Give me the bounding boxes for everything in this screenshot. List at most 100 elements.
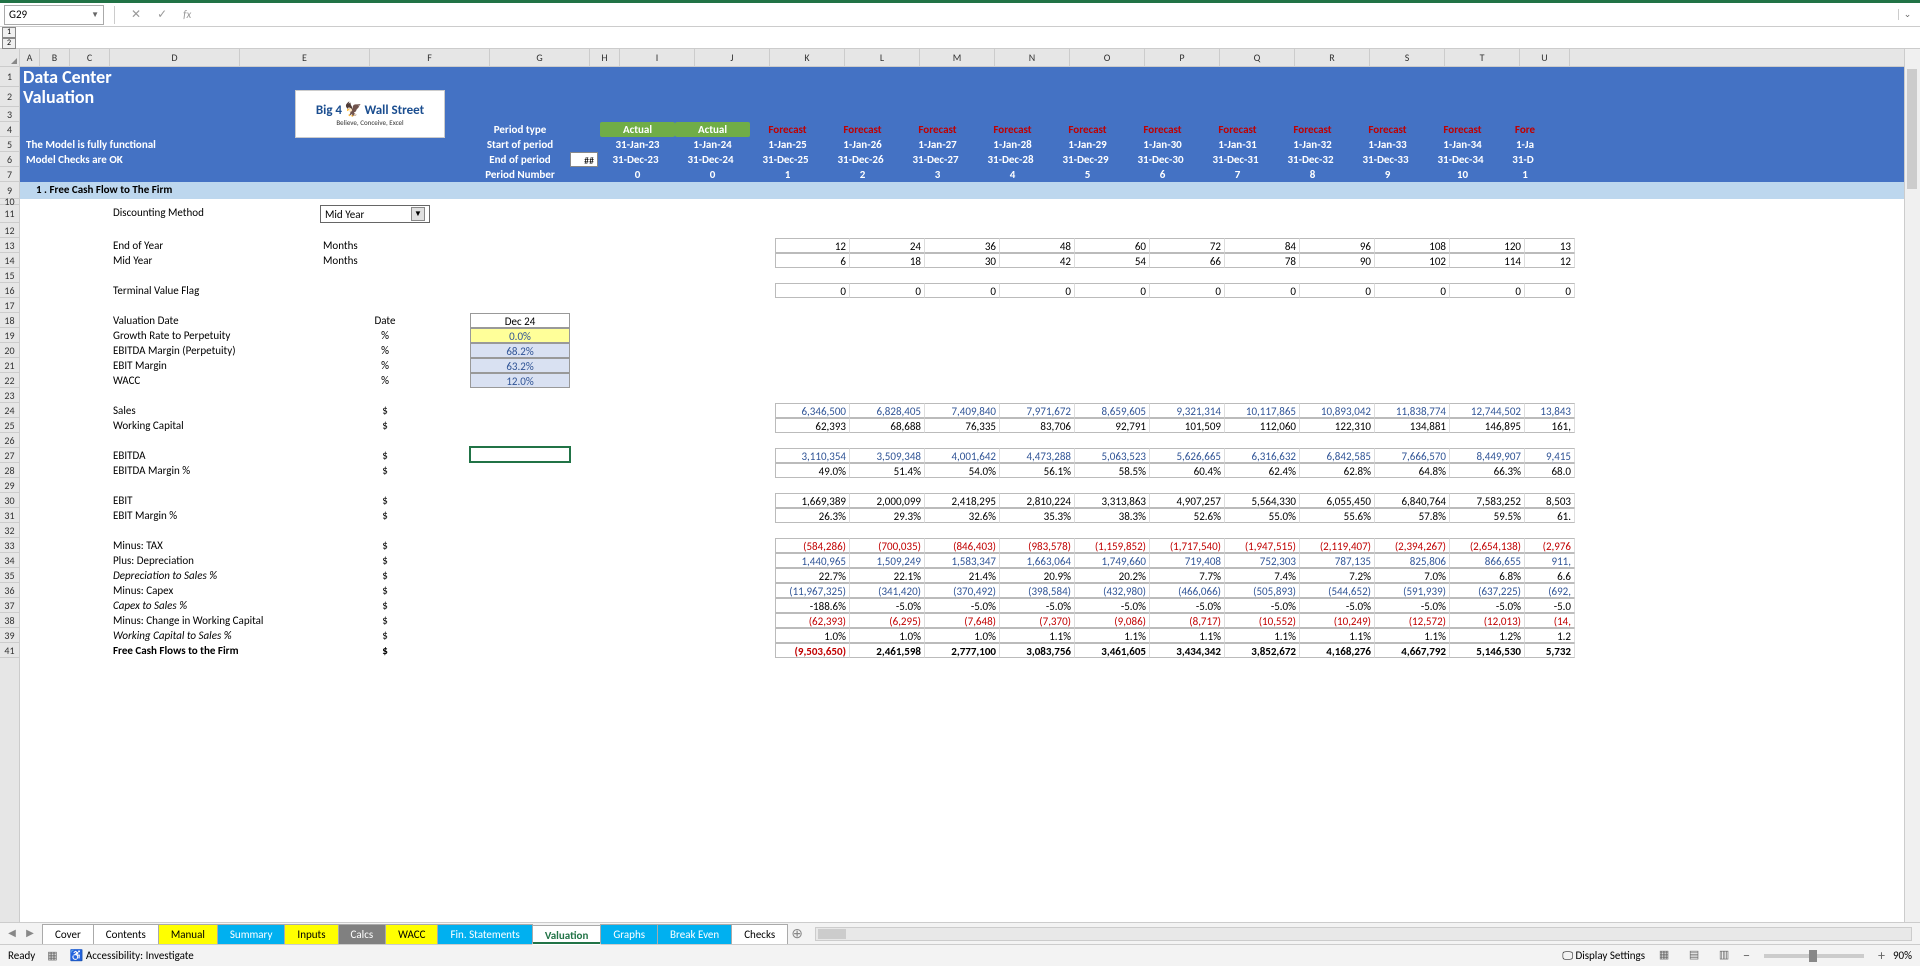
period-cell[interactable]: 1-Jan-29 bbox=[1050, 137, 1125, 152]
data-cell[interactable]: (591,939) bbox=[1375, 583, 1450, 598]
page-layout-icon[interactable]: ▤ bbox=[1683, 947, 1705, 965]
row-header[interactable]: 41 bbox=[0, 643, 19, 658]
tab-summary[interactable]: Summary bbox=[217, 924, 286, 944]
data-cell[interactable]: 24 bbox=[850, 238, 925, 253]
data-cell[interactable]: 62,393 bbox=[775, 418, 850, 433]
data-cell[interactable]: -5.0% bbox=[850, 598, 925, 613]
period-cell[interactable]: Forecast bbox=[1125, 122, 1200, 137]
data-cell[interactable]: 1.1% bbox=[1300, 628, 1375, 643]
chevron-down-icon[interactable]: ▼ bbox=[411, 207, 425, 221]
data-cell[interactable]: -5.0% bbox=[1375, 598, 1450, 613]
period-cell[interactable]: 2 bbox=[825, 167, 900, 182]
accessibility-status[interactable]: ♿ Accessibility: Investigate bbox=[70, 949, 194, 962]
data-cell[interactable]: 6,346,500 bbox=[775, 403, 850, 418]
data-cell[interactable]: 66 bbox=[1150, 253, 1225, 268]
data-cell[interactable]: (398,584) bbox=[1000, 583, 1075, 598]
data-cell[interactable]: 83,706 bbox=[1000, 418, 1075, 433]
data-cell[interactable]: 21.4% bbox=[925, 568, 1000, 583]
data-cell[interactable]: 1.0% bbox=[775, 628, 850, 643]
data-cell[interactable]: -5.0% bbox=[1075, 598, 1150, 613]
period-cell[interactable]: 10 bbox=[1425, 167, 1500, 182]
data-cell[interactable]: 3,313,863 bbox=[1075, 493, 1150, 508]
data-cell[interactable]: 5,063,523 bbox=[1075, 448, 1150, 463]
data-cell[interactable]: 54.0% bbox=[925, 463, 1000, 478]
period-cell[interactable]: 1-Jan-26 bbox=[825, 137, 900, 152]
row-header[interactable]: 29 bbox=[0, 478, 19, 493]
data-cell[interactable]: 9,415 bbox=[1525, 448, 1575, 463]
display-settings-button[interactable]: 🖵 Display Settings bbox=[1562, 949, 1645, 963]
period-cell[interactable]: 1-Jan-27 bbox=[900, 137, 975, 152]
column-header[interactable]: I bbox=[620, 49, 695, 66]
period-cell[interactable]: 0 bbox=[600, 167, 675, 182]
period-cell[interactable]: 31-Dec-30 bbox=[1123, 152, 1198, 167]
tab-next-icon[interactable]: ▶ bbox=[22, 926, 38, 942]
data-cell[interactable]: 12 bbox=[775, 238, 850, 253]
outline-level-1[interactable]: 1 bbox=[2, 27, 16, 38]
data-cell[interactable]: 7,409,840 bbox=[925, 403, 1000, 418]
data-cell[interactable]: 3,509,348 bbox=[850, 448, 925, 463]
data-cell[interactable]: 84 bbox=[1225, 238, 1300, 253]
data-cell[interactable]: (544,652) bbox=[1300, 583, 1375, 598]
data-cell[interactable]: (2,976 bbox=[1525, 538, 1575, 553]
column-header[interactable]: F bbox=[370, 49, 490, 66]
data-cell[interactable]: 51.4% bbox=[850, 463, 925, 478]
data-cell[interactable]: 1.0% bbox=[925, 628, 1000, 643]
row-header[interactable]: 14 bbox=[0, 253, 19, 268]
data-cell[interactable]: 787,135 bbox=[1300, 553, 1375, 568]
data-cell[interactable]: -5.0% bbox=[1150, 598, 1225, 613]
row-header[interactable]: 33 bbox=[0, 538, 19, 553]
data-cell[interactable]: (370,492) bbox=[925, 583, 1000, 598]
period-cell[interactable]: Actual bbox=[600, 122, 675, 137]
data-cell[interactable]: 6 bbox=[775, 253, 850, 268]
data-cell[interactable]: 78 bbox=[1225, 253, 1300, 268]
row-header[interactable]: 32 bbox=[0, 523, 19, 538]
data-cell[interactable]: (692, bbox=[1525, 583, 1575, 598]
data-cell[interactable]: 30 bbox=[925, 253, 1000, 268]
period-cell[interactable]: Forecast bbox=[1200, 122, 1275, 137]
period-cell[interactable]: 31-Dec-31 bbox=[1198, 152, 1273, 167]
data-cell[interactable]: (12,572) bbox=[1375, 613, 1450, 628]
data-cell[interactable]: (7,648) bbox=[925, 613, 1000, 628]
data-cell[interactable]: 72 bbox=[1150, 238, 1225, 253]
data-cell[interactable]: 0 bbox=[1150, 283, 1225, 298]
data-cell[interactable]: 9,321,314 bbox=[1150, 403, 1225, 418]
data-cell[interactable]: 8,503 bbox=[1525, 493, 1575, 508]
zoom-slider[interactable] bbox=[1764, 954, 1864, 958]
data-cell[interactable]: 36 bbox=[925, 238, 1000, 253]
row-header[interactable]: 7 bbox=[0, 167, 19, 182]
data-cell[interactable]: 1,583,347 bbox=[925, 553, 1000, 568]
data-cell[interactable]: -5.0% bbox=[1450, 598, 1525, 613]
data-cell[interactable]: 0 bbox=[775, 283, 850, 298]
data-cell[interactable]: 7.0% bbox=[1375, 568, 1450, 583]
period-cell[interactable]: 31-Dec-34 bbox=[1423, 152, 1498, 167]
data-cell[interactable]: -188.6% bbox=[775, 598, 850, 613]
data-cell[interactable]: 101,509 bbox=[1150, 418, 1225, 433]
row-header[interactable]: 35 bbox=[0, 568, 19, 583]
hash-cell[interactable]: ## bbox=[570, 152, 598, 167]
data-cell[interactable]: 0 bbox=[925, 283, 1000, 298]
zoom-out-button[interactable]: − bbox=[1743, 947, 1750, 964]
period-cell[interactable]: 1-Jan-28 bbox=[975, 137, 1050, 152]
data-cell[interactable]: 0 bbox=[850, 283, 925, 298]
period-cell[interactable]: 1-Jan-32 bbox=[1275, 137, 1350, 152]
row-header[interactable]: 34 bbox=[0, 553, 19, 568]
data-cell[interactable]: 76,335 bbox=[925, 418, 1000, 433]
data-cell[interactable]: 3,852,672 bbox=[1225, 643, 1300, 658]
data-cell[interactable]: 146,895 bbox=[1450, 418, 1525, 433]
data-cell[interactable]: 8,449,907 bbox=[1450, 448, 1525, 463]
data-cell[interactable]: 0 bbox=[1000, 283, 1075, 298]
row-header[interactable]: 20 bbox=[0, 343, 19, 358]
period-cell[interactable]: 5 bbox=[1050, 167, 1125, 182]
data-cell[interactable]: 2,000,099 bbox=[850, 493, 925, 508]
data-cell[interactable]: 2,810,224 bbox=[1000, 493, 1075, 508]
page-break-icon[interactable]: ▥ bbox=[1713, 947, 1735, 965]
row-header[interactable]: 2 bbox=[0, 87, 19, 107]
row-header[interactable]: 36 bbox=[0, 583, 19, 598]
data-cell[interactable]: (2,394,267) bbox=[1375, 538, 1450, 553]
row-header[interactable]: 26 bbox=[0, 433, 19, 448]
cancel-formula-icon[interactable]: ✕ bbox=[125, 7, 147, 22]
period-cell[interactable]: 31-Dec-23 bbox=[598, 152, 673, 167]
tab-contents[interactable]: Contents bbox=[93, 924, 159, 944]
column-header[interactable]: D bbox=[110, 49, 240, 66]
period-cell[interactable]: 31-Dec-27 bbox=[898, 152, 973, 167]
